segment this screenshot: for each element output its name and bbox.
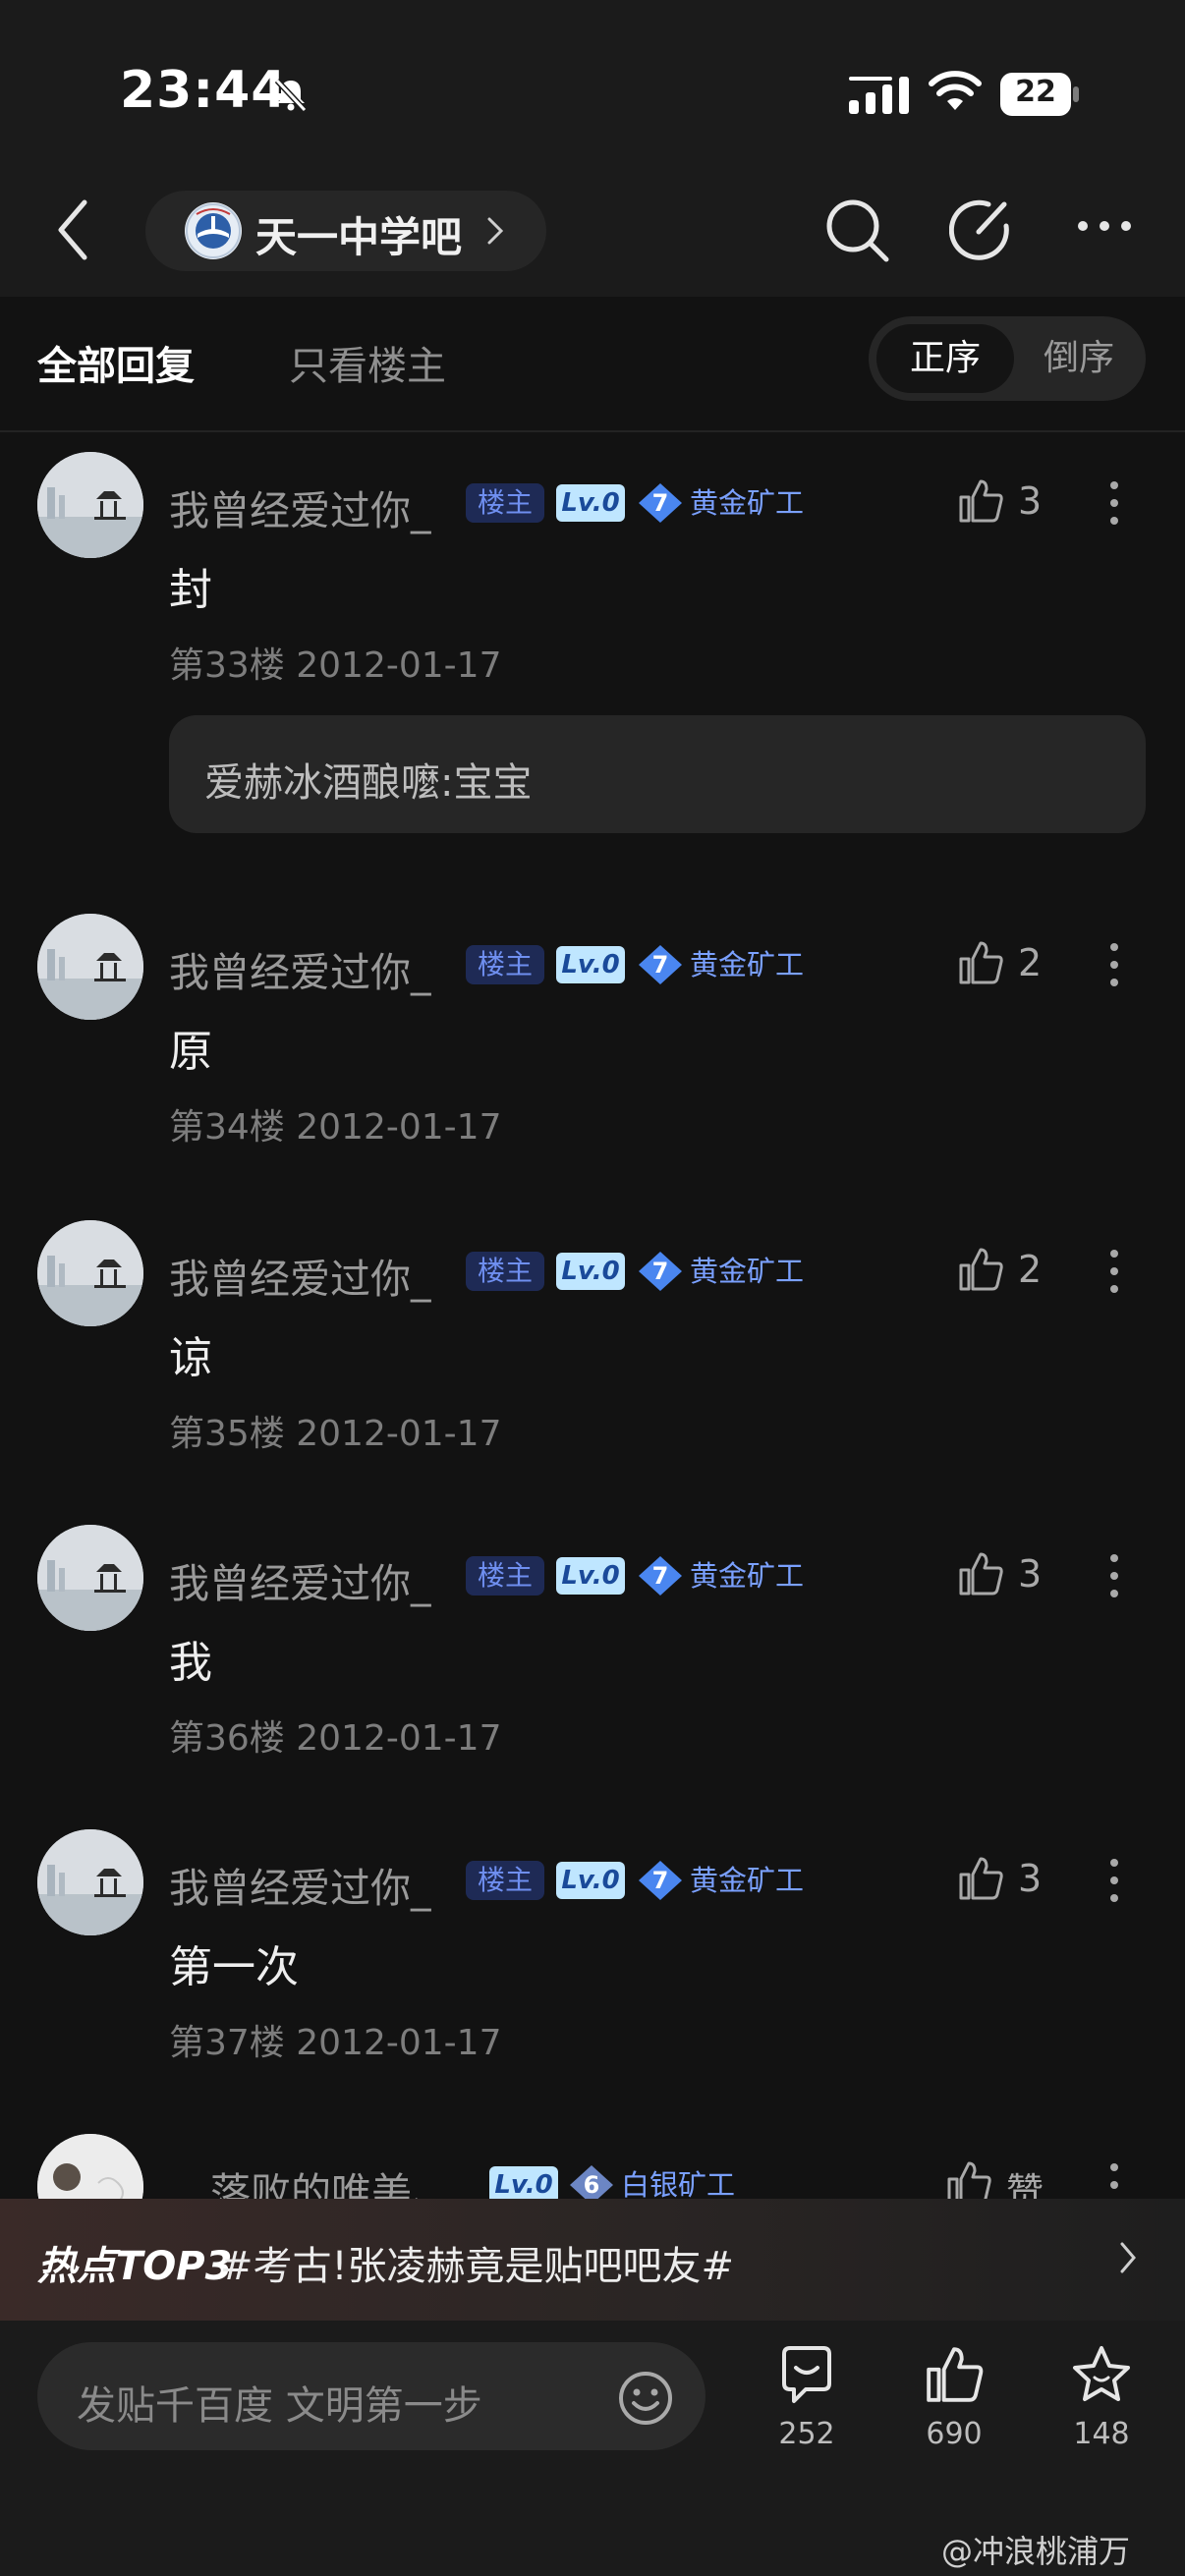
signal-bars-icon xyxy=(849,77,909,114)
username[interactable]: 我曾经爱过你_ xyxy=(169,477,431,536)
edit-icon[interactable] xyxy=(949,196,1014,265)
floor-date: 第34楼 2012-01-17 xyxy=(169,1107,502,1148)
thumbs-up-icon[interactable] xyxy=(957,1246,1004,1293)
chevron-right-icon xyxy=(487,217,504,245)
level-badge: Lv.0 xyxy=(556,1557,625,1595)
username[interactable]: 我曾经爱过你_ xyxy=(169,1246,431,1305)
more-horizontal-icon[interactable] xyxy=(1075,218,1134,234)
post-content: 我 xyxy=(169,1638,212,1688)
battery-indicator: 22 xyxy=(1000,73,1079,116)
op-badge: 楼主 xyxy=(466,945,545,984)
search-icon[interactable] xyxy=(823,196,892,265)
tab-only-op[interactable]: 只看楼主 xyxy=(289,334,446,391)
favorite-button[interactable]: 148 xyxy=(1047,2344,1156,2451)
avatar[interactable] xyxy=(37,1829,143,1935)
sub-reply-text: 爱赫冰酒酿嚒:宝宝 xyxy=(204,760,533,806)
like-count: 2 xyxy=(1018,941,1043,984)
op-badge: 楼主 xyxy=(466,1252,545,1291)
username[interactable]: 我曾经爱过你_ xyxy=(169,1550,431,1609)
level-badge: Lv.0 xyxy=(556,946,625,983)
more-vertical-icon[interactable] xyxy=(1106,479,1122,527)
sort-toggle: 正序 倒序 xyxy=(869,316,1146,401)
like-count: 3 xyxy=(1018,1857,1043,1900)
hot-topic-text: #考古!张凌赫竟是贴吧吧友# xyxy=(220,2244,735,2289)
rank-level: 7 xyxy=(651,489,669,517)
chevron-right-icon xyxy=(1120,2242,1136,2273)
floor-date: 第33楼 2012-01-17 xyxy=(169,645,502,686)
thumbs-up-icon xyxy=(927,2347,984,2402)
thumbs-up-icon[interactable] xyxy=(957,1550,1004,1597)
floor-date: 第35楼 2012-01-17 xyxy=(169,1414,502,1454)
like-count: 3 xyxy=(1018,1552,1043,1596)
op-badge: 楼主 xyxy=(466,483,545,523)
star-icon xyxy=(1073,2346,1130,2401)
sub-reply-box[interactable]: 爱赫冰酒酿嚒:宝宝 xyxy=(169,715,1146,833)
forum-name-pill[interactable]: 天一中学吧 xyxy=(145,191,546,271)
post-content: 第一次 xyxy=(169,1942,299,1992)
like-count: 2 xyxy=(1018,1248,1043,1291)
more-vertical-icon[interactable] xyxy=(1106,1857,1122,1904)
battery-level: 22 xyxy=(1015,75,1056,109)
thumbs-up-icon[interactable] xyxy=(957,477,1004,525)
status-time: 23:44 xyxy=(120,61,288,120)
rank-name: 黄金矿工 xyxy=(690,948,805,981)
avatar[interactable] xyxy=(37,914,143,1020)
chevron-left-icon[interactable] xyxy=(55,198,90,261)
like-count: 3 xyxy=(1018,479,1043,523)
rank-level: 7 xyxy=(651,951,669,979)
post-content: 原 xyxy=(169,1027,212,1077)
floor-date: 第37楼 2012-01-17 xyxy=(169,2023,502,2063)
avatar[interactable] xyxy=(37,452,143,558)
username[interactable]: 我曾经爱过你_ xyxy=(169,1855,431,1914)
avatar[interactable] xyxy=(37,1525,143,1631)
thumbs-up-icon[interactable] xyxy=(957,939,1004,986)
comment-icon xyxy=(782,2346,831,2403)
rank-name: 黄金矿工 xyxy=(690,1255,805,1288)
like-button[interactable]: 690 xyxy=(900,2344,1008,2451)
emoji-icon[interactable] xyxy=(617,2370,674,2427)
thumbs-up-icon[interactable] xyxy=(957,1855,1004,1902)
like-total: 690 xyxy=(926,2417,983,2451)
reply-input-placeholder: 发贴千百度 文明第一步 xyxy=(77,2383,482,2429)
level-badge: Lv.0 xyxy=(556,1253,625,1290)
op-badge: 楼主 xyxy=(466,1556,545,1596)
level-badge: Lv.0 xyxy=(556,484,625,522)
hot-topic-banner[interactable]: 热点TOP3 #考古!张凌赫竟是贴吧吧友# xyxy=(0,2199,1185,2321)
tab-all-replies[interactable]: 全部回复 xyxy=(37,334,195,391)
more-vertical-icon[interactable] xyxy=(1106,1552,1122,1599)
comment-count: 252 xyxy=(778,2417,835,2451)
floor-date: 第36楼 2012-01-17 xyxy=(169,1718,502,1759)
username[interactable]: 我曾经爱过你_ xyxy=(169,939,431,998)
hot-tag: 热点TOP3 xyxy=(37,2244,233,2289)
forum-name: 天一中学吧 xyxy=(255,213,463,261)
sort-asc-button[interactable]: 正序 xyxy=(876,324,1014,393)
level-badge: Lv.0 xyxy=(556,1862,625,1899)
reply-input[interactable]: 发贴千百度 文明第一步 xyxy=(37,2342,705,2450)
rank-name: 黄金矿工 xyxy=(690,486,805,520)
post-content: 谅 xyxy=(169,1333,212,1383)
sort-desc-button[interactable]: 倒序 xyxy=(1016,324,1142,393)
rank-level: 7 xyxy=(651,1867,669,1894)
rank-name: 黄金矿工 xyxy=(690,1864,805,1897)
comment-button[interactable]: 252 xyxy=(753,2344,861,2451)
rank-level: 7 xyxy=(651,1258,669,1285)
more-vertical-icon[interactable] xyxy=(1106,941,1122,988)
status-bar: 23:44 22 xyxy=(0,0,1185,177)
post-content: 封 xyxy=(169,565,212,615)
rank-level: 7 xyxy=(651,1562,669,1590)
wifi-icon xyxy=(929,71,982,110)
favorite-count: 148 xyxy=(1073,2417,1130,2451)
avatar[interactable] xyxy=(37,1220,143,1326)
watermark: @冲浪桃浦万 xyxy=(941,2533,1131,2570)
more-vertical-icon[interactable] xyxy=(1106,1248,1122,1295)
forum-logo xyxy=(185,202,242,259)
op-badge: 楼主 xyxy=(466,1861,545,1900)
bell-slash-icon xyxy=(274,78,308,113)
rank-name: 黄金矿工 xyxy=(690,1559,805,1593)
